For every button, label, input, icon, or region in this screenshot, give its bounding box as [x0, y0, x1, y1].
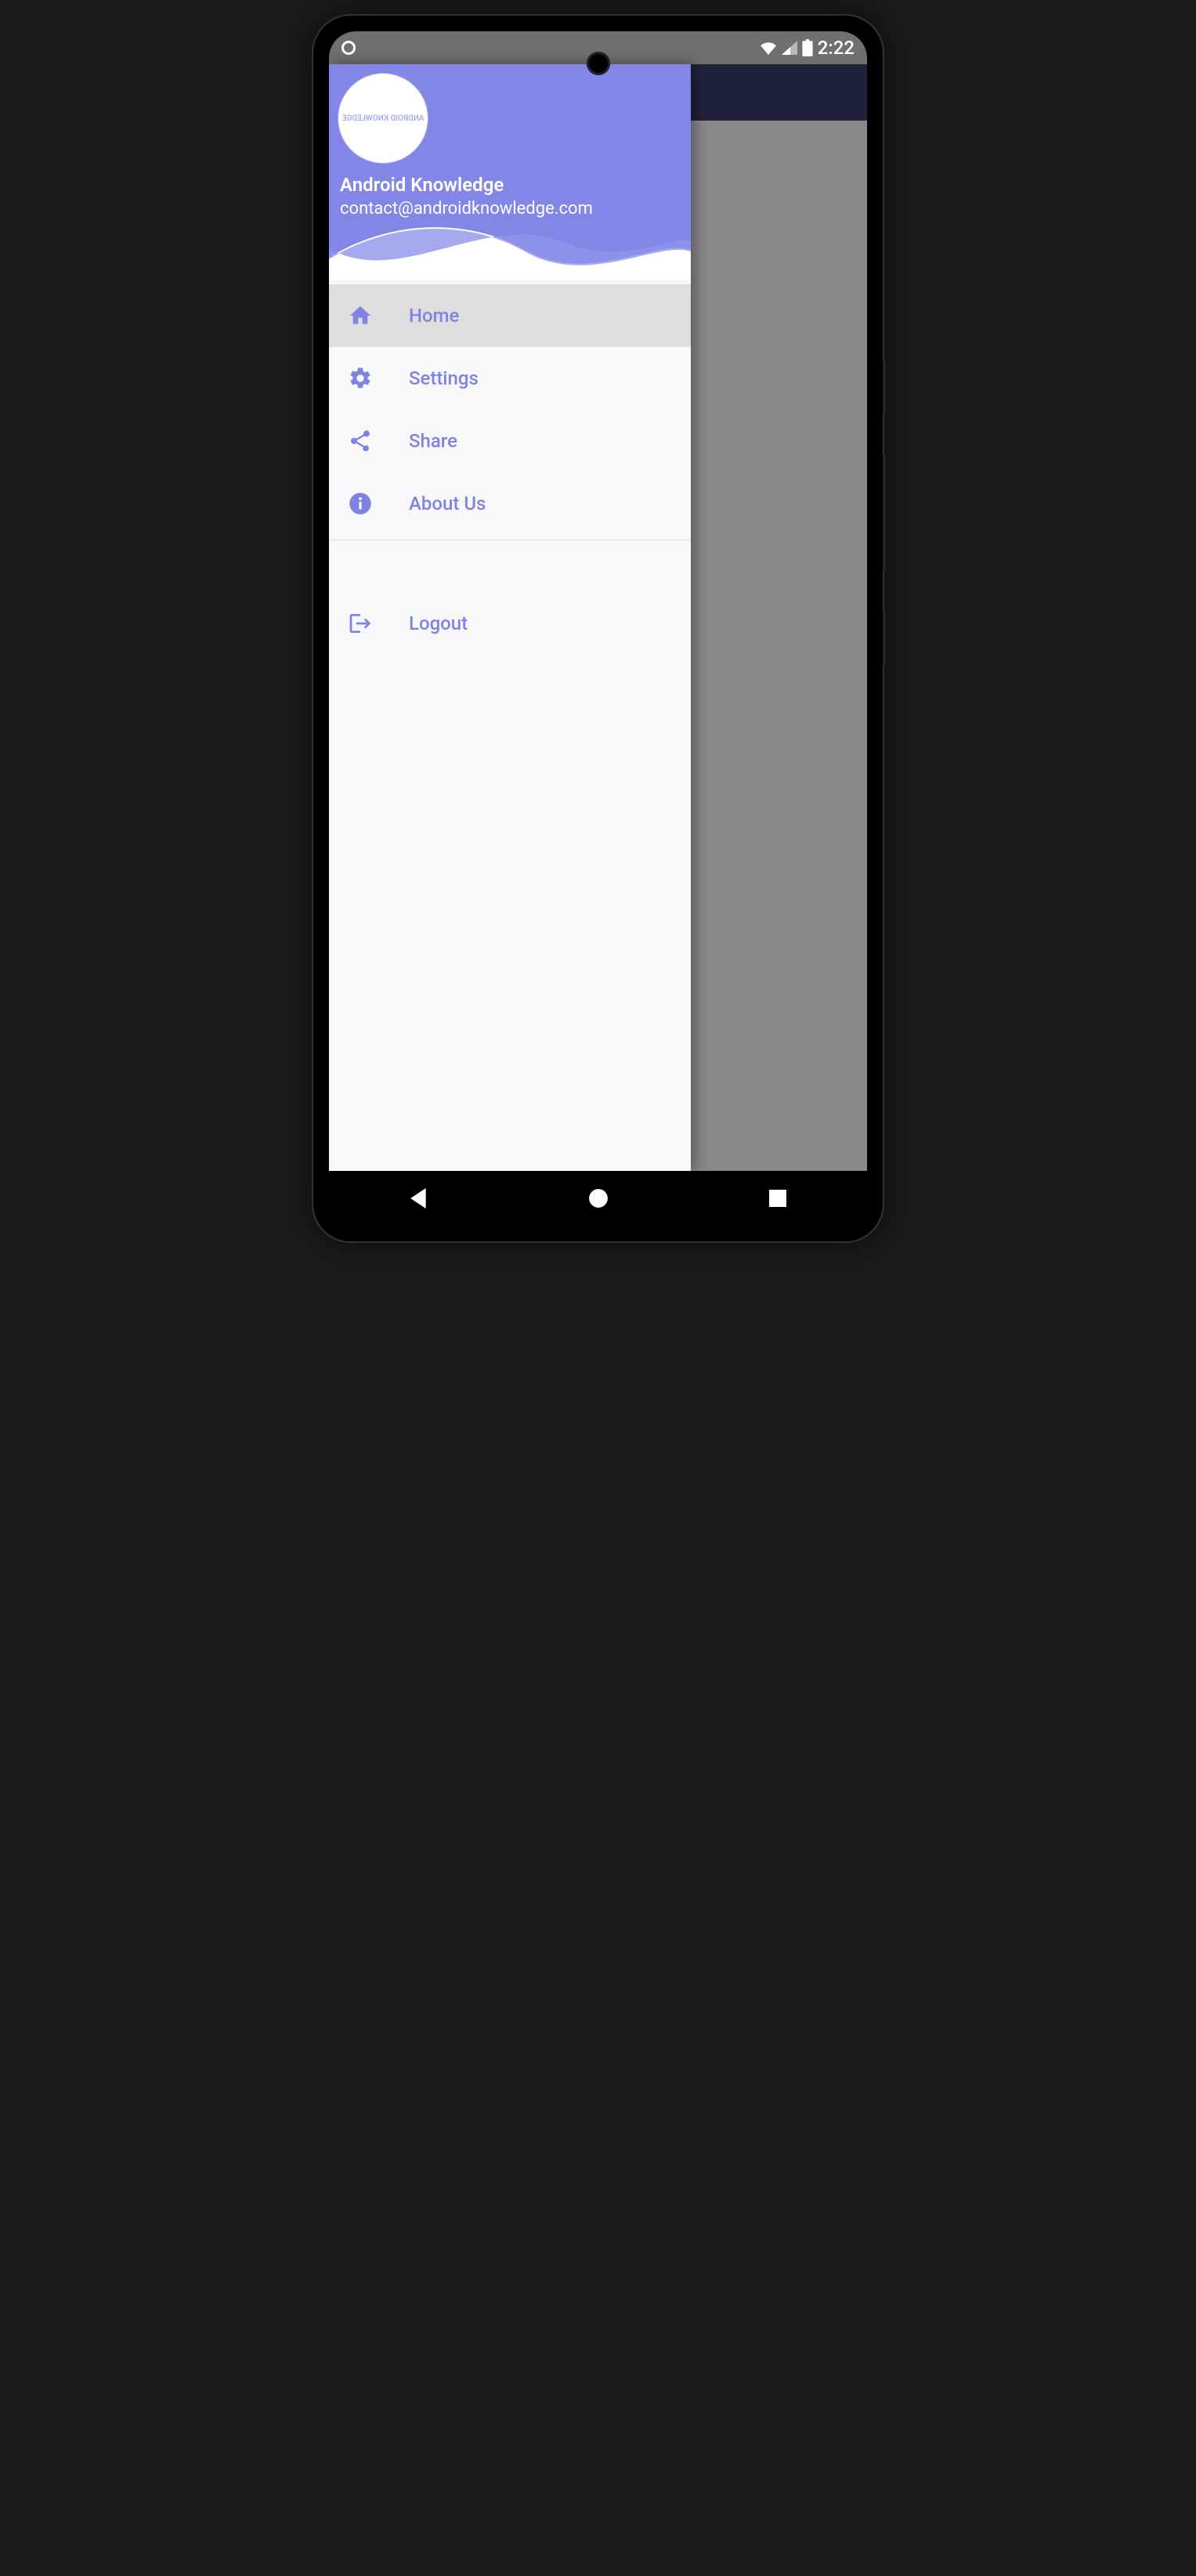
- wifi-icon: [760, 41, 777, 55]
- drawer-header-name: Android Knowledge: [340, 174, 691, 196]
- cell-signal-icon: [782, 41, 797, 55]
- side-button[interactable]: [883, 611, 886, 666]
- nav-item-label: About Us: [409, 493, 486, 515]
- wave-decoration: [329, 211, 691, 280]
- home-icon: [348, 303, 373, 328]
- system-navigation-bar: [329, 1171, 867, 1226]
- nav-item-label: Share: [409, 430, 457, 452]
- nav-item-settings[interactable]: Settings: [329, 347, 691, 410]
- menu-gap: [329, 545, 691, 592]
- home-button[interactable]: [588, 1188, 609, 1209]
- volume-button[interactable]: [883, 454, 886, 572]
- phone-inner: 2:22 ent ANDROID KNOWLEDGE Android Knowl…: [329, 31, 867, 1226]
- info-icon: [348, 491, 373, 516]
- status-time: 2:22: [818, 37, 855, 59]
- share-icon: [348, 428, 373, 453]
- screen: 2:22 ent ANDROID KNOWLEDGE Android Knowl…: [329, 31, 867, 1226]
- settings-icon: [348, 366, 373, 391]
- recents-button[interactable]: [768, 1188, 788, 1209]
- drawer-menu: Home Settings Share: [329, 280, 691, 655]
- power-button[interactable]: [883, 360, 886, 415]
- nav-item-label: Settings: [409, 367, 479, 389]
- status-right: 2:22: [760, 37, 855, 59]
- status-indicator-icon: [341, 41, 356, 55]
- nav-item-about[interactable]: About Us: [329, 472, 691, 535]
- camera-notch: [587, 52, 610, 75]
- phone-side-buttons: [883, 360, 886, 705]
- nav-item-label: Logout: [409, 612, 468, 634]
- navigation-drawer: ANDROID KNOWLEDGE Android Knowledge cont…: [329, 64, 691, 1171]
- nav-item-share[interactable]: Share: [329, 410, 691, 472]
- battery-icon: [802, 39, 813, 56]
- nav-item-logout[interactable]: Logout: [329, 592, 691, 655]
- avatar: ANDROID KNOWLEDGE: [338, 74, 428, 163]
- drawer-header: ANDROID KNOWLEDGE Android Knowledge cont…: [329, 64, 691, 280]
- nav-item-home[interactable]: Home: [329, 284, 691, 347]
- logout-icon: [348, 611, 373, 636]
- phone-frame: 2:22 ent ANDROID KNOWLEDGE Android Knowl…: [313, 16, 883, 1241]
- back-button[interactable]: [409, 1188, 429, 1209]
- avatar-text: ANDROID KNOWLEDGE: [342, 114, 425, 123]
- nav-item-label: Home: [409, 305, 459, 327]
